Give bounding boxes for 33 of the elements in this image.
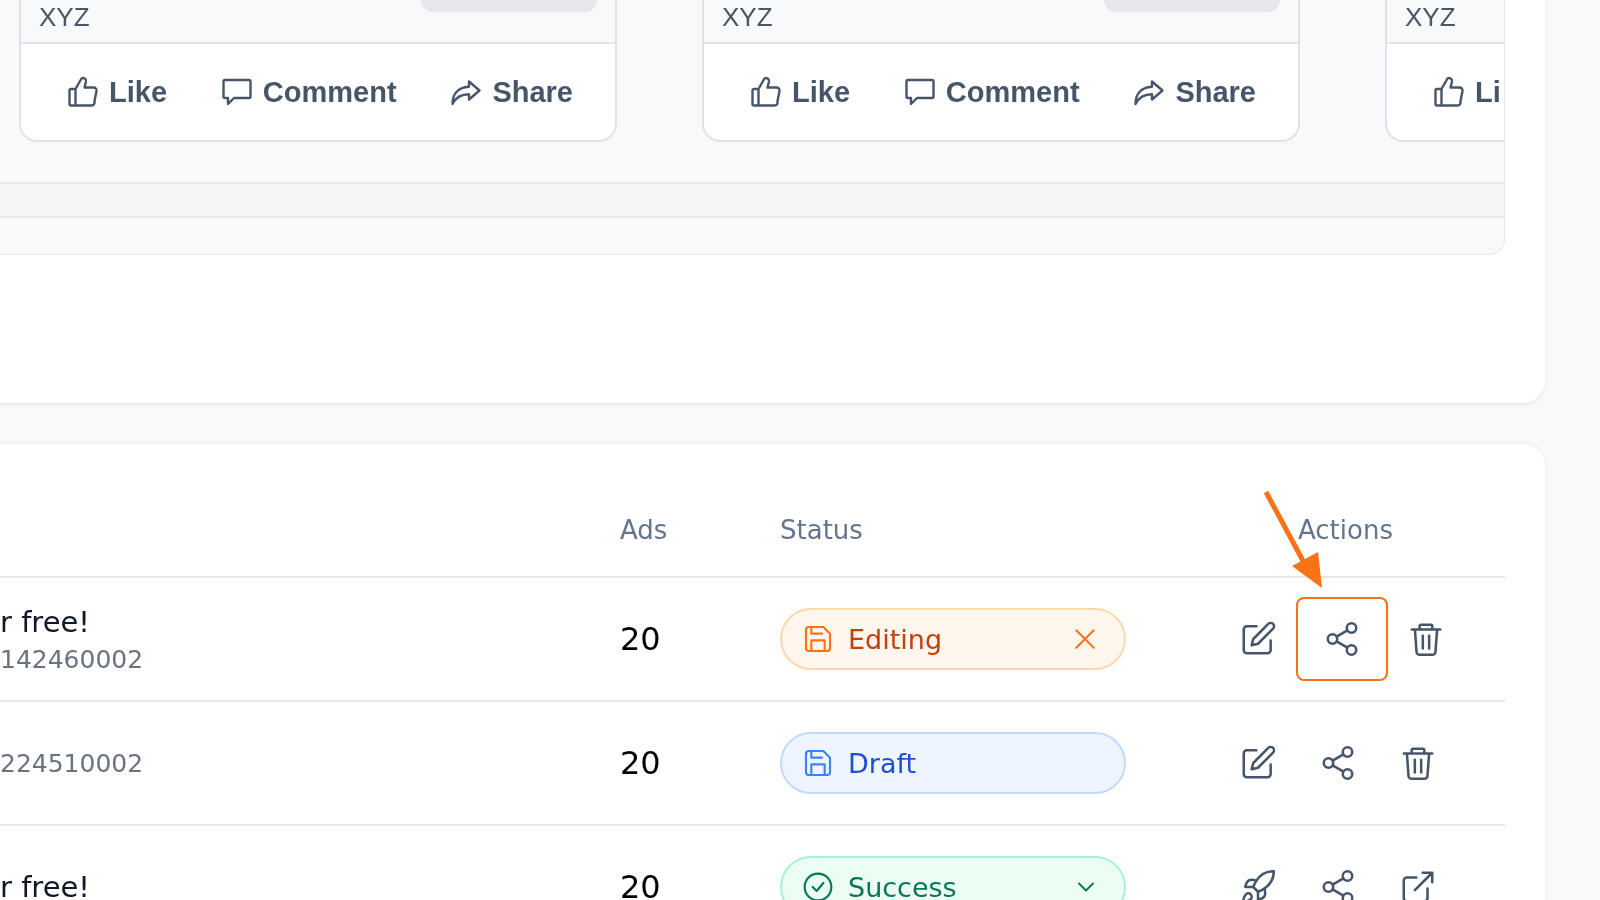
column-header: Actions bbox=[1298, 515, 1393, 545]
trash-icon bbox=[1399, 744, 1437, 782]
comment-button[interactable]: Comment bbox=[212, 68, 403, 116]
ads-count: 20 bbox=[620, 744, 662, 782]
ad-id: 224510002 bbox=[0, 748, 145, 778]
status-chip[interactable]: Draft bbox=[780, 732, 1126, 794]
comment-button[interactable]: Comment bbox=[895, 68, 1086, 116]
column-header: Status bbox=[780, 515, 863, 545]
thumbs-up-icon bbox=[748, 74, 784, 110]
share-button[interactable]: Share bbox=[1125, 68, 1262, 116]
ad-id: 142460002 bbox=[0, 644, 145, 674]
ads-count: 20 bbox=[620, 620, 662, 658]
post-author: XYZ bbox=[39, 4, 90, 30]
column-header: Ads bbox=[620, 515, 668, 545]
rocket-icon bbox=[1239, 868, 1277, 900]
status-chip[interactable]: Editing bbox=[780, 608, 1126, 670]
thumbs-up-icon bbox=[65, 74, 101, 110]
external-link-icon bbox=[1399, 868, 1437, 900]
trash-icon bbox=[1407, 620, 1445, 658]
status-chip[interactable]: Success bbox=[780, 856, 1126, 900]
ad-title: r free! bbox=[0, 604, 91, 639]
post-author: XYZ bbox=[722, 4, 773, 30]
share-button[interactable]: Share bbox=[442, 68, 579, 116]
share-action-button[interactable] bbox=[1296, 597, 1388, 681]
ads-count: 20 bbox=[620, 868, 662, 900]
thumbs-up-icon bbox=[1431, 74, 1467, 110]
post-author: XYZ bbox=[1405, 4, 1456, 30]
like-button[interactable]: Like bbox=[742, 68, 857, 116]
ad-title: r free! bbox=[0, 870, 91, 900]
edit-icon bbox=[1239, 620, 1277, 658]
like-button[interactable]: Li bbox=[1425, 68, 1504, 116]
like-button[interactable]: Like bbox=[59, 68, 174, 116]
edit-icon bbox=[1239, 744, 1277, 782]
